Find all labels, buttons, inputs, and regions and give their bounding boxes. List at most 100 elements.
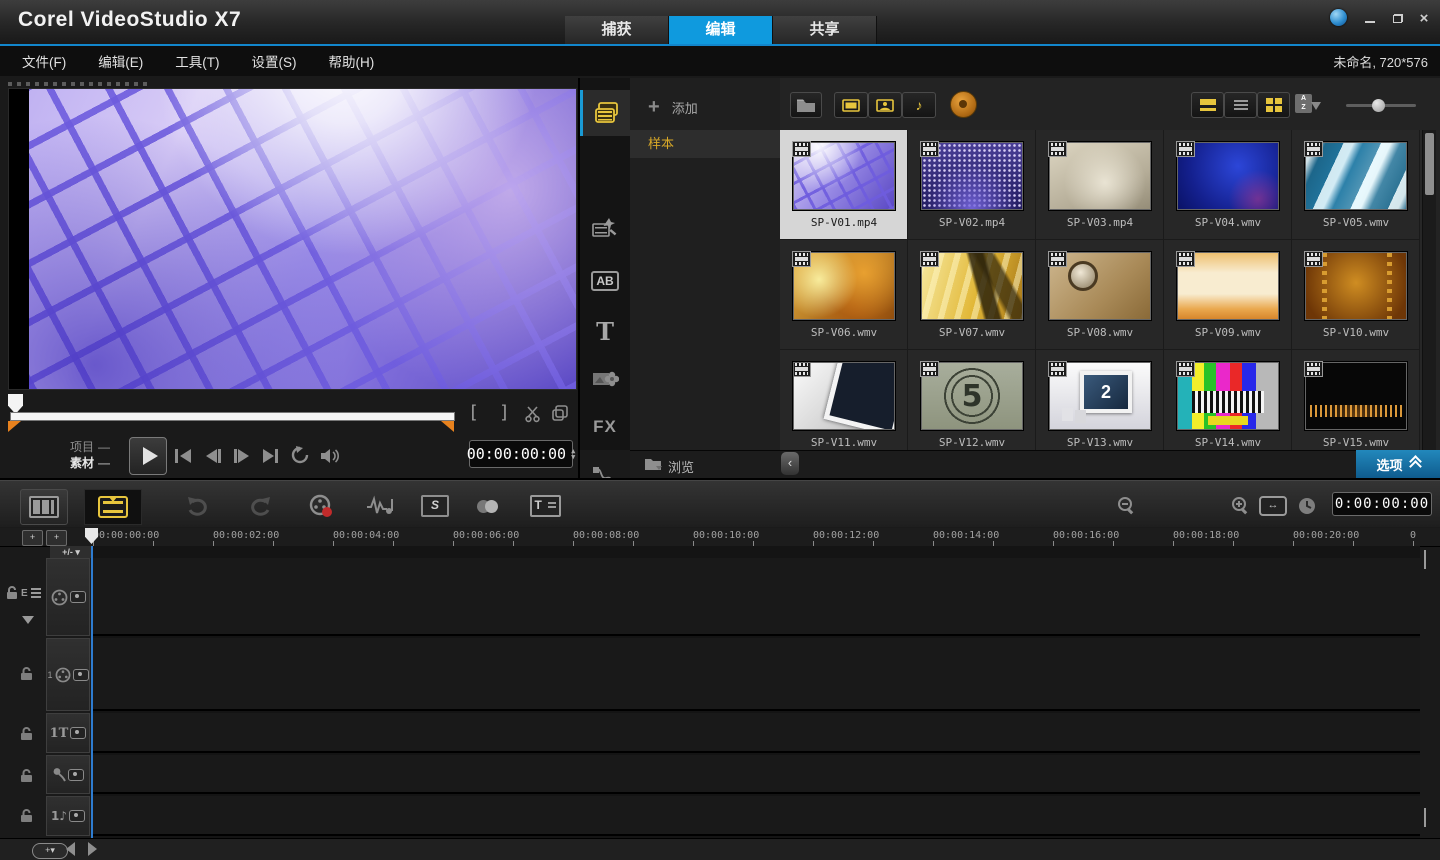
project-mode-label[interactable]: 项目—	[70, 440, 110, 454]
ripple-insert-icon[interactable]: +	[22, 530, 43, 546]
audio-mixer-button[interactable]: S	[418, 489, 452, 523]
timeline-scroll-down[interactable]	[1424, 810, 1426, 828]
view-thumb-title-button[interactable]	[1191, 92, 1224, 118]
media-item[interactable]: 2 SP-V13.wmv	[1036, 350, 1164, 450]
title-category-button[interactable]: T	[580, 308, 630, 354]
menu-settings[interactable]: 设置(S)	[236, 51, 313, 71]
preview-drag-handle[interactable]	[8, 82, 148, 86]
overlay-track-lock[interactable]	[20, 666, 33, 681]
video-track-header[interactable]	[46, 558, 90, 636]
scroll-left-button[interactable]	[66, 842, 75, 856]
scroll-right-button[interactable]	[88, 842, 97, 856]
media-item[interactable]: SP-V07.wmv	[908, 240, 1036, 350]
music-track-header[interactable]: 1♪	[46, 796, 90, 836]
preview-playhead[interactable]	[8, 394, 23, 414]
split-clip-button[interactable]	[524, 405, 542, 423]
end-button[interactable]	[260, 446, 282, 466]
ripple-edit-all-toggle[interactable]: E	[6, 586, 41, 600]
voice-track-lock[interactable]	[20, 768, 33, 783]
gutter-collapse-icon[interactable]	[22, 616, 34, 624]
media-item[interactable]: SP-V03.mp4	[1036, 130, 1164, 240]
trim-end-handle[interactable]	[441, 421, 454, 432]
track-visibility-icon[interactable]	[70, 727, 86, 739]
overlay-track-row[interactable]	[92, 638, 1420, 711]
fit-project-button[interactable]: ↔	[1258, 489, 1288, 523]
menu-edit[interactable]: 编辑(E)	[82, 51, 159, 71]
mark-out-button[interactable]: ]	[499, 402, 510, 423]
volume-button[interactable]	[318, 446, 340, 466]
motion-tracking-button[interactable]	[470, 489, 504, 523]
timeline-ruler[interactable]: + + 00:00:00:00 00:00:02:00 00:00:04:00 …	[0, 528, 1440, 547]
filter-category-button[interactable]: FX	[580, 404, 630, 450]
menu-help[interactable]: 帮助(H)	[313, 51, 391, 71]
track-visibility-icon[interactable]	[68, 769, 84, 781]
spinner-down-icon[interactable]: ▼	[571, 454, 575, 460]
video-track-row[interactable]	[92, 558, 1420, 636]
timeline-view-button[interactable]	[84, 489, 142, 525]
mark-in-button[interactable]: [	[468, 402, 479, 423]
options-button[interactable]: 选项	[1356, 450, 1440, 478]
track-visibility-icon[interactable]	[69, 810, 85, 822]
browse-button[interactable]: 浏览	[668, 457, 694, 476]
media-item[interactable]: 5 SP-V12.wmv	[908, 350, 1036, 450]
timeline-scroll-up[interactable]	[1424, 552, 1426, 570]
timeline-playhead-line[interactable]	[91, 546, 93, 838]
home-button[interactable]	[172, 446, 194, 466]
filter-video-button[interactable]	[834, 92, 868, 118]
media-item[interactable]: SP-V06.wmv	[780, 240, 908, 350]
track-visibility-icon[interactable]	[70, 591, 86, 603]
title-track-row[interactable]	[92, 713, 1420, 753]
zoom-out-button[interactable]	[1114, 489, 1140, 523]
instant-project-button[interactable]	[580, 206, 630, 252]
tab-share[interactable]: 共享	[773, 16, 877, 44]
clip-mode-label[interactable]: 素材—	[70, 456, 110, 470]
filter-audio-button[interactable]: ♪	[902, 92, 936, 118]
collapse-nav-button[interactable]: ‹	[781, 452, 799, 475]
tab-capture[interactable]: 捕获	[565, 16, 669, 44]
redo-button[interactable]	[246, 489, 276, 523]
voice-track-row[interactable]	[92, 755, 1420, 794]
timecode-spinner[interactable]: ▲▼	[571, 448, 575, 460]
menu-tools[interactable]: 工具(T)	[159, 51, 235, 71]
media-item[interactable]: SP-V15.wmv	[1292, 350, 1420, 450]
preview-scrubber[interactable]	[10, 412, 455, 421]
repeat-button[interactable]	[290, 445, 310, 465]
next-frame-button[interactable]	[231, 446, 253, 466]
gallery-scrollbar-thumb[interactable]	[1425, 133, 1434, 195]
media-item[interactable]: SP-V11.wmv	[780, 350, 908, 450]
import-folder-button[interactable]	[790, 92, 822, 118]
media-item[interactable]: SP-V05.wmv	[1292, 130, 1420, 240]
view-grid-button[interactable]	[1257, 92, 1290, 118]
media-item[interactable]: SP-V10.wmv	[1292, 240, 1420, 350]
media-item[interactable]: SP-V08.wmv	[1036, 240, 1164, 350]
timeline-timecode[interactable]: 0:00:00:00	[1332, 492, 1432, 516]
undo-button[interactable]	[182, 489, 212, 523]
title-track-lock[interactable]	[20, 726, 33, 741]
add-folder-button[interactable]: + 添加	[630, 92, 780, 122]
title-track-header[interactable]: 1T	[46, 713, 90, 753]
media-item[interactable]: SP-V04.wmv	[1164, 130, 1292, 240]
track-tools-button[interactable]: +/- ▾	[50, 546, 92, 558]
storyboard-view-button[interactable]	[20, 489, 68, 525]
music-track-row[interactable]	[92, 796, 1420, 836]
project-duration-button[interactable]	[1294, 489, 1320, 523]
tab-edit[interactable]: 编辑	[669, 16, 773, 44]
close-button[interactable]: ×	[1414, 10, 1434, 26]
enlarge-duplicate-button[interactable]	[551, 404, 569, 422]
sound-mixer-wave-button[interactable]	[362, 489, 398, 523]
record-capture-button[interactable]	[304, 489, 338, 523]
thumbnail-zoom-handle[interactable]	[1372, 99, 1385, 112]
media-wheel-icon[interactable]	[950, 91, 977, 118]
sort-button[interactable]: AZ	[1295, 94, 1312, 113]
restore-button[interactable]	[1388, 10, 1408, 26]
media-item[interactable]: SP-V14.wmv	[1164, 350, 1292, 450]
transition-category-button[interactable]: AB	[580, 258, 630, 304]
trim-start-handle[interactable]	[8, 421, 21, 432]
category-sample[interactable]: 样本	[630, 130, 780, 158]
music-track-lock[interactable]	[20, 808, 33, 823]
ripple-insert-all-icon[interactable]: +	[46, 530, 67, 546]
menu-file[interactable]: 文件(F)	[6, 51, 82, 71]
overlay-track-header[interactable]: 1	[46, 638, 90, 711]
play-button[interactable]	[129, 437, 167, 475]
gallery-scrollbar[interactable]	[1422, 130, 1436, 450]
